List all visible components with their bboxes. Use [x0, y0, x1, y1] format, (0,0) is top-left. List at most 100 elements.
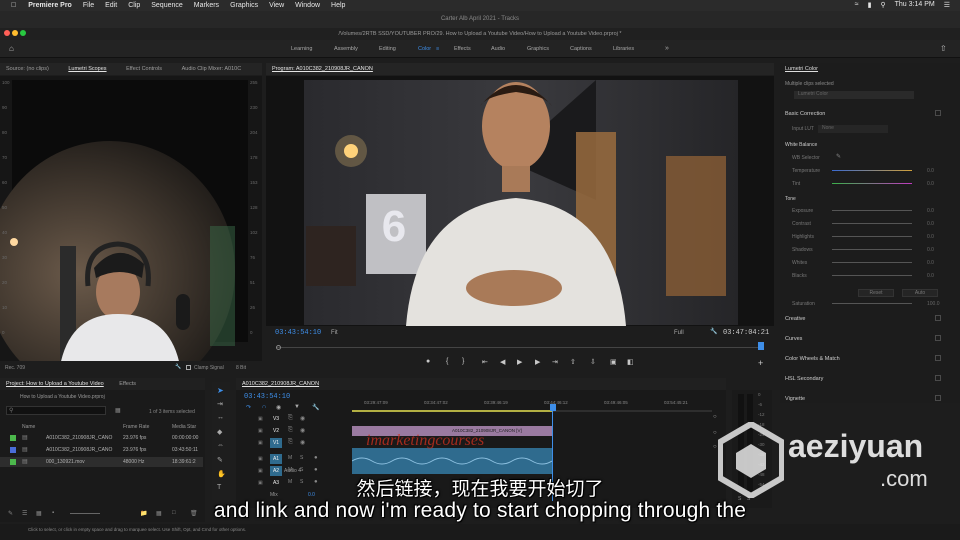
- sync-lock-icon[interactable]: ⎘: [288, 427, 293, 434]
- section-vignette[interactable]: Vignette: [785, 396, 805, 402]
- eye-icon[interactable]: ◉: [300, 439, 305, 446]
- workspace-color[interactable]: Color: [418, 40, 431, 58]
- apple-icon[interactable]: : [11, 2, 16, 9]
- settings-wrench-icon[interactable]: 🔧: [710, 328, 717, 335]
- reset-button[interactable]: Reset: [858, 289, 894, 297]
- lumetri-color-title[interactable]: Lumetri Color: [785, 66, 818, 72]
- tab-lumetri-scopes[interactable]: Lumetri Scopes: [68, 66, 106, 72]
- time-ruler[interactable]: 03:29:47:09 03:34:47:02 03:39:46:19 03:44:4…: [352, 398, 712, 408]
- pen-tool-icon[interactable]: ✎: [217, 456, 223, 464]
- comparison-view-icon[interactable]: ◧: [627, 358, 634, 366]
- bit-depth-select[interactable]: 8 Bit: [236, 365, 246, 371]
- tab-sequence[interactable]: A010C382_210908JR_CANON: [242, 381, 319, 387]
- slip-tool-icon[interactable]: ⇔: [217, 442, 224, 449]
- mark-in-icon[interactable]: {: [446, 358, 448, 365]
- timeline-timecode[interactable]: 03:43:54:10: [244, 393, 290, 401]
- section-hsl-secondary[interactable]: HSL Secondary: [785, 376, 823, 382]
- tone-slider-highlights[interactable]: [832, 236, 912, 237]
- menu-file[interactable]: File: [83, 2, 94, 9]
- column-name[interactable]: Name: [22, 424, 35, 430]
- workspace-graphics[interactable]: Graphics: [527, 40, 549, 58]
- track-target-v3[interactable]: V3: [270, 414, 282, 424]
- column-media-start[interactable]: Media Star: [172, 424, 196, 430]
- step-forward-icon[interactable]: ▶: [535, 358, 540, 366]
- timeline-playhead-icon[interactable]: [550, 404, 556, 411]
- wifi-icon[interactable]: ≈: [855, 1, 859, 9]
- selection-tool-icon[interactable]: ➤: [217, 386, 224, 395]
- wrench-icon[interactable]: 🔧: [175, 364, 181, 370]
- section-checkbox-creative[interactable]: [935, 315, 941, 321]
- add-button-icon[interactable]: +: [758, 358, 763, 368]
- zoom-fit-select[interactable]: Fit: [331, 330, 338, 336]
- tone-value-blacks[interactable]: 0.0: [927, 273, 934, 279]
- clock[interactable]: Thu 3:14 PM: [895, 1, 935, 9]
- playhead-icon[interactable]: [758, 342, 764, 350]
- ripple-edit-tool-icon[interactable]: ↔: [217, 414, 224, 421]
- new-bin-icon[interactable]: ▦: [115, 407, 121, 414]
- menu-graphics[interactable]: Graphics: [230, 2, 258, 9]
- saturation-slider[interactable]: [832, 303, 912, 304]
- workspace-libraries[interactable]: Libraries: [613, 40, 634, 58]
- zoom-window-icon[interactable]: [20, 30, 26, 36]
- tone-value-shadows[interactable]: 0.0: [927, 247, 934, 253]
- add-marker-timeline-icon[interactable]: ▼: [294, 404, 300, 410]
- project-list-item[interactable]: ▤ A010C382_210908JR_CANO 23.976 fps 00:00:0…: [0, 433, 203, 443]
- lift-icon[interactable]: ⇧: [570, 358, 576, 366]
- temperature-value[interactable]: 0.0: [927, 168, 934, 174]
- tab-source[interactable]: Source: (no clips): [6, 66, 49, 72]
- close-window-icon[interactable]: [4, 30, 10, 36]
- voiceover-icon[interactable]: ●: [314, 467, 318, 473]
- battery-icon[interactable]: ▮: [868, 1, 872, 9]
- track-target-v1[interactable]: V1: [270, 438, 282, 448]
- lock-icon[interactable]: ▣: [258, 440, 263, 446]
- tint-slider[interactable]: [832, 183, 912, 184]
- track-target-v2[interactable]: V2: [270, 426, 282, 436]
- marker-o3-icon[interactable]: ○: [713, 444, 717, 450]
- tone-slider-exposure[interactable]: [832, 210, 912, 211]
- lock-icon[interactable]: ▣: [258, 428, 263, 434]
- project-list-item[interactable]: ▤ A010C382_210908JR_CANO 23.976 fps 03:43:5…: [0, 445, 203, 455]
- marker-o2-icon[interactable]: ○: [713, 430, 717, 436]
- program-title[interactable]: Program: A010C382_210908JR_CANON: [272, 66, 373, 72]
- workspace-audio[interactable]: Audio: [491, 40, 505, 58]
- column-frame-rate[interactable]: Frame Rate: [123, 424, 149, 430]
- tab-effect-controls[interactable]: Effect Controls: [126, 66, 162, 72]
- snap-icon[interactable]: ∩: [262, 404, 266, 410]
- lock-icon[interactable]: ▣: [258, 416, 263, 422]
- solo-button[interactable]: S: [300, 455, 303, 461]
- project-search-input[interactable]: ⚲: [6, 406, 106, 415]
- white-balance-header[interactable]: White Balance: [785, 142, 817, 148]
- extract-icon[interactable]: ⇩: [590, 358, 596, 366]
- workspace-editing[interactable]: Editing: [379, 40, 396, 58]
- section-checkbox-curves[interactable]: [935, 335, 941, 341]
- linked-selection-icon[interactable]: ◉: [276, 404, 281, 411]
- program-scrubber[interactable]: [276, 342, 764, 350]
- clip-select[interactable]: Lumetri Color: [794, 91, 914, 99]
- menu-clip[interactable]: Clip: [128, 2, 140, 9]
- mute-button[interactable]: M: [288, 455, 292, 461]
- menu-edit[interactable]: Edit: [105, 2, 117, 9]
- tab-project[interactable]: Project: How to Upload a Youtube Video: [6, 381, 104, 387]
- eye-icon[interactable]: ◉: [300, 427, 305, 434]
- razor-tool-icon[interactable]: ◆: [217, 428, 222, 436]
- voiceover-icon[interactable]: ●: [314, 455, 318, 461]
- tone-slider-whites[interactable]: [832, 262, 912, 263]
- menu-help[interactable]: Help: [331, 2, 345, 9]
- section-curves[interactable]: Curves: [785, 336, 802, 342]
- saturation-value[interactable]: 100.0: [927, 301, 940, 307]
- nest-icon[interactable]: ↷: [246, 404, 251, 411]
- workspace-menu-icon[interactable]: ≡: [436, 40, 439, 58]
- tab-audio-clip-mixer[interactable]: Audio Clip Mixer: A010C: [182, 66, 242, 72]
- tone-slider-shadows[interactable]: [832, 249, 912, 250]
- section-creative[interactable]: Creative: [785, 316, 805, 322]
- clamp-signal-checkbox[interactable]: [186, 365, 191, 370]
- program-video-frame[interactable]: 6: [266, 76, 774, 326]
- temperature-slider[interactable]: [832, 170, 912, 171]
- menu-view[interactable]: View: [269, 2, 284, 9]
- basic-correction-header[interactable]: Basic Correction: [785, 111, 825, 117]
- tone-value-contrast[interactable]: 0.0: [927, 221, 934, 227]
- tone-header[interactable]: Tone: [785, 196, 796, 202]
- timeline-settings-icon[interactable]: 🔧: [312, 404, 319, 411]
- eyedropper-icon[interactable]: ✎: [836, 153, 841, 160]
- go-to-in-icon[interactable]: ⇤: [482, 358, 488, 366]
